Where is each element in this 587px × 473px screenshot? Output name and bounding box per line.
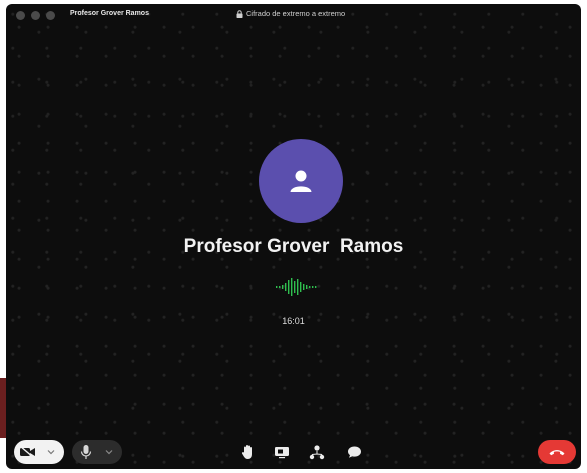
call-window: Profesor Grover Ramos Cifrado de extremo… [6,4,581,469]
title-bar: Profesor Grover Ramos Cifrado de extremo… [6,4,581,26]
microphone-options-button[interactable] [100,440,118,464]
minimize-window-button[interactable] [31,10,40,20]
screen-share-button[interactable] [274,444,290,460]
chevron-down-icon [105,450,113,455]
call-controls-bar [6,440,581,466]
audio-wave-icon [276,278,317,296]
encryption-notice: Cifrado de extremo a extremo [236,9,345,18]
chat-icon [347,446,361,458]
lock-icon [236,9,243,18]
maximize-window-button[interactable] [46,10,55,20]
end-call-icon [549,450,565,456]
chat-button[interactable] [346,444,362,460]
caller-avatar [259,139,343,223]
video-off-button[interactable] [14,440,42,464]
microphone-icon [80,445,92,459]
user-icon [290,170,312,192]
window-title: Profesor Grover Ramos [70,10,149,17]
chevron-down-icon [47,450,55,455]
video-icon [19,445,35,459]
mute-button[interactable] [72,440,100,464]
window-controls [16,10,55,20]
microphone-toggle[interactable] [72,440,122,464]
end-call-button[interactable] [538,440,576,464]
caller-name: Profesor Grover Ramos [183,236,404,257]
screen-share-icon [275,447,289,459]
video-options-button[interactable] [42,440,60,464]
encryption-label: Cifrado de extremo a extremo [246,9,346,18]
raise-hand-button[interactable] [240,444,256,460]
video-toggle[interactable] [14,440,64,464]
raise-hand-icon [241,445,252,459]
call-duration: 16:01 [282,316,305,326]
close-window-button[interactable] [16,10,25,20]
add-participant-icon [309,445,325,460]
add-participant-button[interactable] [309,444,325,460]
